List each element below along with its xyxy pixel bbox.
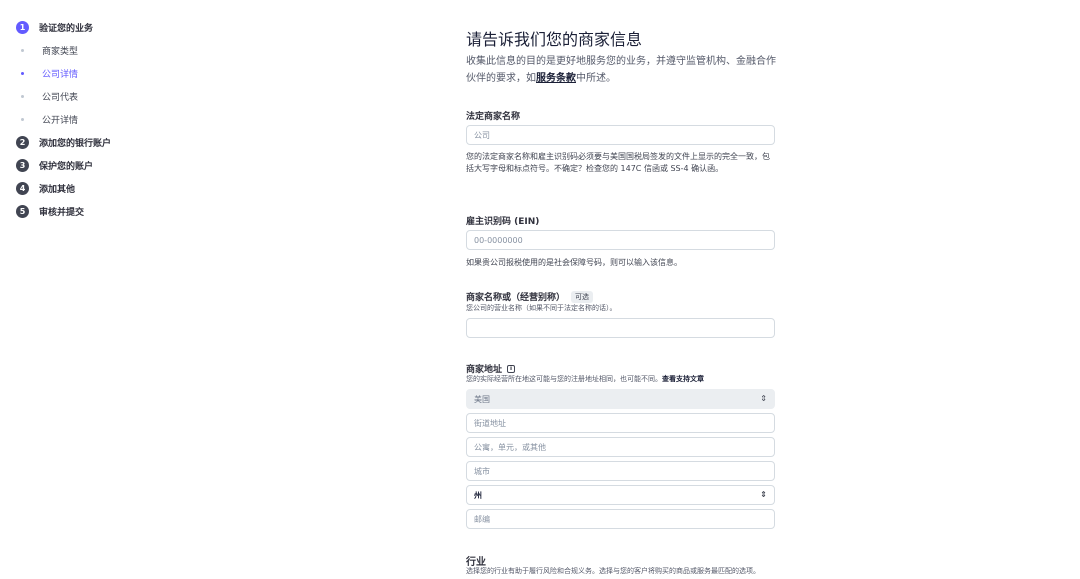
step-label: 验证您的业务 (39, 24, 94, 34)
step-label: 保护您的账户 (39, 162, 94, 172)
step-number-badge: 2 (16, 136, 29, 149)
onboarding-sidebar: 1 验证您的业务 商家类型 公司详情 公司代表 公开详情 2 添加您的银行账户 … (16, 16, 216, 223)
step-number-badge: 3 (16, 159, 29, 172)
info-icon[interactable]: i (507, 364, 516, 373)
page-title: 请告诉我们您的商家信息 (466, 30, 643, 49)
bullet-icon (21, 49, 24, 52)
country-select[interactable]: 美国 ⇕ (466, 389, 775, 409)
desc-text: 收集此信息的目的是更好地服务您的业务，并遵守监管机构、金融合作伙伴的要求，如 (466, 56, 776, 84)
support-article-link[interactable]: 查看支持文章 (662, 375, 704, 383)
state-value: 州 (474, 490, 482, 500)
dba-subtext: 您公司的营业名称（如果不同于法定名称的话）。 (466, 304, 617, 312)
substep-company-details[interactable]: 公司详情 (16, 62, 216, 85)
dba-input[interactable] (466, 318, 775, 338)
chevron-updown-icon: ⇕ (760, 490, 767, 499)
step-bank-account[interactable]: 2 添加您的银行账户 (16, 131, 216, 154)
optional-badge: 可选 (571, 290, 594, 303)
substep-company-representative[interactable]: 公司代表 (16, 85, 216, 108)
step-label: 审核并提交 (39, 208, 85, 218)
substep-business-type[interactable]: 商家类型 (16, 39, 216, 62)
industry-subtext: 选择您的行业有助于履行风险和合规义务。选择与您的客户将购买的商品或服务最匹配的选… (466, 567, 760, 575)
legal-name-label: 法定商家名称 (466, 112, 521, 122)
step-review-submit[interactable]: 5 审核并提交 (16, 200, 216, 223)
address-subtext: 您的实际经营所在地这可能与您的注册地址相同，也可能不同。查看支持文章 (466, 374, 776, 384)
dba-label-row: 商家名称或（经营别称） 可选 (466, 290, 594, 303)
substep-label: 公司代表 (42, 93, 79, 103)
step-number-badge: 5 (16, 205, 29, 218)
ein-help: 如果贵公司报税使用的是社会保障号码，则可以输入该信息。 (466, 258, 682, 267)
desc-text-end: 中所述。 (576, 73, 616, 84)
substep-public-details[interactable]: 公开详情 (16, 108, 216, 131)
step-verify-business[interactable]: 1 验证您的业务 (16, 16, 216, 39)
step-number-badge: 1 (16, 21, 29, 34)
street-address-input[interactable] (466, 413, 775, 433)
terms-of-service-link[interactable]: 服务条款 (536, 73, 576, 84)
ein-label: 雇主识别码 (EIN) (466, 217, 540, 227)
step-label: 添加您的银行账户 (39, 139, 112, 149)
city-input[interactable] (466, 461, 775, 481)
bullet-icon (21, 72, 24, 75)
step-label: 添加其他 (39, 185, 76, 195)
apartment-input[interactable] (466, 437, 775, 457)
zip-input[interactable] (466, 509, 775, 529)
ein-input[interactable] (466, 230, 775, 250)
legal-name-help: 您的法定商家名称和雇主识别码必须要与美国国税局签发的文件上显示的完全一致，包括大… (466, 152, 770, 173)
bullet-icon (21, 95, 24, 98)
country-value: 美国 (474, 394, 490, 404)
bullet-icon (21, 118, 24, 121)
substep-label: 公开详情 (42, 116, 79, 126)
address-sub-text: 您的实际经营所在地这可能与您的注册地址相同，也可能不同。 (466, 375, 662, 383)
step-number-badge: 4 (16, 182, 29, 195)
state-select[interactable]: 州 ⇕ (466, 485, 775, 505)
chevron-updown-icon: ⇕ (760, 394, 767, 403)
substep-label: 公司详情 (42, 70, 79, 80)
substep-label: 商家类型 (42, 47, 79, 57)
legal-name-input[interactable] (466, 125, 775, 145)
page-description: 收集此信息的目的是更好地服务您的业务，并遵守监管机构、金融合作伙伴的要求，如服务… (466, 53, 776, 87)
step-secure-account[interactable]: 3 保护您的账户 (16, 154, 216, 177)
dba-label: 商家名称或（经营别称） (466, 293, 566, 303)
step-add-extras[interactable]: 4 添加其他 (16, 177, 216, 200)
